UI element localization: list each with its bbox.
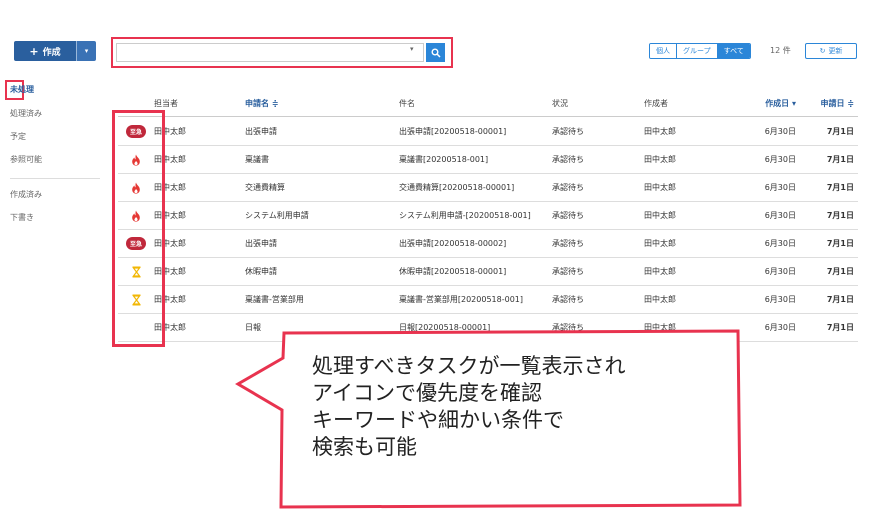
header-application-type[interactable]: 申請名 ≑ (245, 91, 279, 116)
cell-application-type: 休暇申請 (245, 267, 277, 276)
table-row[interactable]: 田中太郎 交通費精算 交通費精算[20200518-00001] 承認待ち 田中太郎 6月… (118, 174, 858, 202)
cell-creator: 田中太郎 (644, 323, 676, 332)
cell-applied-date: 7月1日 (826, 295, 854, 304)
cell-creator: 田中太郎 (644, 239, 676, 248)
callout-line: キーワードや細かい条件で (312, 408, 564, 432)
segment-personal[interactable]: 個人 (650, 44, 677, 58)
cell-created-date: 6月30日 (764, 295, 796, 304)
sidebar-item-created[interactable]: 作成済み (10, 189, 42, 200)
table-row[interactable]: 田中太郎 休暇申請 休暇申請[20200518-00001] 承認待ち 田中太郎 6月30… (118, 258, 858, 286)
header-created-date[interactable]: 作成日 ▾ (718, 91, 796, 116)
result-count: 12 件 (770, 46, 791, 55)
cell-subject: 交通費精算[20200518-00001] (399, 183, 515, 192)
callout-line: 処理すべきタスクが一覧表示され (312, 354, 626, 378)
chevron-down-icon: ▾ (84, 47, 89, 55)
table-row[interactable]: 田中太郎 システム利用申請 システム利用申請-[20200518-001] 承認待ち田… (118, 202, 858, 230)
cell-status: 承認待ち (552, 323, 584, 332)
sidebar-item-processed[interactable]: 処理済み (10, 108, 42, 119)
cell-created-date: 6月30日 (764, 323, 796, 332)
cell-status: 承認待ち (552, 267, 584, 276)
cell-application-type: 日報 (245, 323, 261, 332)
cell-application-type: 出張申請 (245, 239, 277, 248)
cell-creator: 田中太郎 (644, 127, 676, 136)
cell-created-date: 6月30日 (764, 155, 796, 164)
cell-applied-date: 7月1日 (826, 183, 854, 192)
cell-applied-date: 7月1日 (826, 211, 854, 220)
sidebar-item-scheduled[interactable]: 予定 (10, 131, 26, 142)
cell-application-type: 交通費精算 (245, 183, 285, 192)
sidebar-divider (10, 178, 100, 179)
cell-created-date: 6月30日 (764, 183, 796, 192)
cell-creator: 田中太郎 (644, 183, 676, 192)
header-creator: 作成者 (644, 99, 668, 108)
cell-status: 承認待ち (552, 211, 584, 220)
cell-creator: 田中太郎 (644, 155, 676, 164)
cell-status: 承認待ち (552, 183, 584, 192)
search-icon (431, 48, 441, 58)
cell-applied-date: 7月1日 (826, 323, 854, 332)
create-button-group: + 作成 ▾ (14, 41, 96, 61)
cell-creator: 田中太郎 (644, 267, 676, 276)
cell-status: 承認待ち (552, 295, 584, 304)
table-row[interactable]: 田中太郎 日報 日報[20200518-00001] 承認待ち 田中太郎 6月30日 7月1… (118, 314, 858, 342)
cell-subject: 稟議書[20200518-001] (399, 155, 489, 164)
sidebar-item-unprocessed[interactable]: 未処理 (10, 84, 34, 95)
cell-subject: 出張申請[20200518-00002] (399, 239, 507, 248)
cell-application-type: 出張申請 (245, 127, 277, 136)
cell-subject: 休暇申請[20200518-00001] (399, 267, 507, 276)
plus-icon: + (29, 44, 39, 58)
cell-application-type: 稟議書-営業部用 (245, 295, 304, 304)
callout-line: アイコンで優先度を確認 (312, 381, 542, 405)
cell-status: 承認待ち (552, 127, 584, 136)
cell-creator: 田中太郎 (644, 211, 676, 220)
header-status: 状況 (552, 99, 568, 108)
cell-applied-date: 7月1日 (826, 267, 854, 276)
create-button-label: 作成 (42, 47, 61, 58)
header-subject: 件名 (399, 99, 415, 108)
segment-group[interactable]: グループ (677, 44, 718, 58)
priority-icon-highlight-frame (112, 110, 165, 347)
cell-applied-date: 7月1日 (826, 155, 854, 164)
create-button[interactable]: + 作成 (14, 41, 76, 61)
table-row[interactable]: 田中太郎 稟議書 稟議書[20200518-001] 承認待ち 田中太郎 6月30日 7月1… (118, 146, 858, 174)
scope-segmented-control: 個人 グループ すべて (649, 43, 751, 59)
callout-line: 検索も可能 (312, 435, 417, 459)
table-header-row: 担当者 申請名 ≑ 件名 状況 作成者 作成日 ▾ 申請日 ≑ (118, 91, 858, 117)
header-applied-date[interactable]: 申請日 ≑ (798, 91, 855, 116)
refresh-button[interactable]: ↻ 更新 (805, 43, 857, 59)
cell-creator: 田中太郎 (644, 295, 676, 304)
segment-all[interactable]: すべて (717, 44, 750, 58)
cell-status: 承認待ち (552, 155, 584, 164)
cell-status: 承認待ち (552, 239, 584, 248)
cell-application-type: システム利用申請 (245, 211, 309, 220)
cell-created-date: 6月30日 (764, 127, 796, 136)
cell-created-date: 6月30日 (764, 239, 796, 248)
search-button[interactable] (426, 43, 445, 62)
cell-created-date: 6月30日 (764, 267, 796, 276)
sidebar-item-viewable[interactable]: 参照可能 (10, 154, 42, 165)
cell-applied-date: 7月1日 (826, 239, 854, 248)
cell-subject: 稟議書-営業部用[20200518-001] (399, 295, 524, 304)
refresh-icon: ↻ (819, 47, 826, 55)
cell-application-type: 稟議書 (245, 155, 269, 164)
search-dropdown-caret-icon[interactable]: ▾ (410, 45, 414, 53)
cell-applied-date: 7月1日 (826, 127, 854, 136)
table-row[interactable]: 田中太郎 稟議書-営業部用 稟議書-営業部用[20200518-001] 承認待ち 田中… (118, 286, 858, 314)
cell-created-date: 6月30日 (764, 211, 796, 220)
refresh-button-label: 更新 (828, 47, 843, 55)
sidebar-item-drafts[interactable]: 下書き (10, 212, 34, 223)
callout-text: 処理すべきタスクが一覧表示され アイコンで優先度を確認 キーワードや細かい条件で… (312, 353, 732, 461)
cell-subject: 日報[20200518-00001] (399, 323, 491, 332)
search-input[interactable] (116, 43, 424, 62)
cell-subject: システム利用申請-[20200518-001] (399, 211, 531, 220)
table-row[interactable]: 至急 田中太郎 出張申請 出張申請[20200518-00001] 承認待ち 田中太郎 6月… (118, 118, 858, 146)
table-row[interactable]: 至急 田中太郎 出張申請 出張申請[20200518-00002] 承認待ち 田中太郎 6月… (118, 230, 858, 258)
create-dropdown-button[interactable]: ▾ (76, 41, 96, 61)
cell-subject: 出張申請[20200518-00001] (399, 127, 507, 136)
